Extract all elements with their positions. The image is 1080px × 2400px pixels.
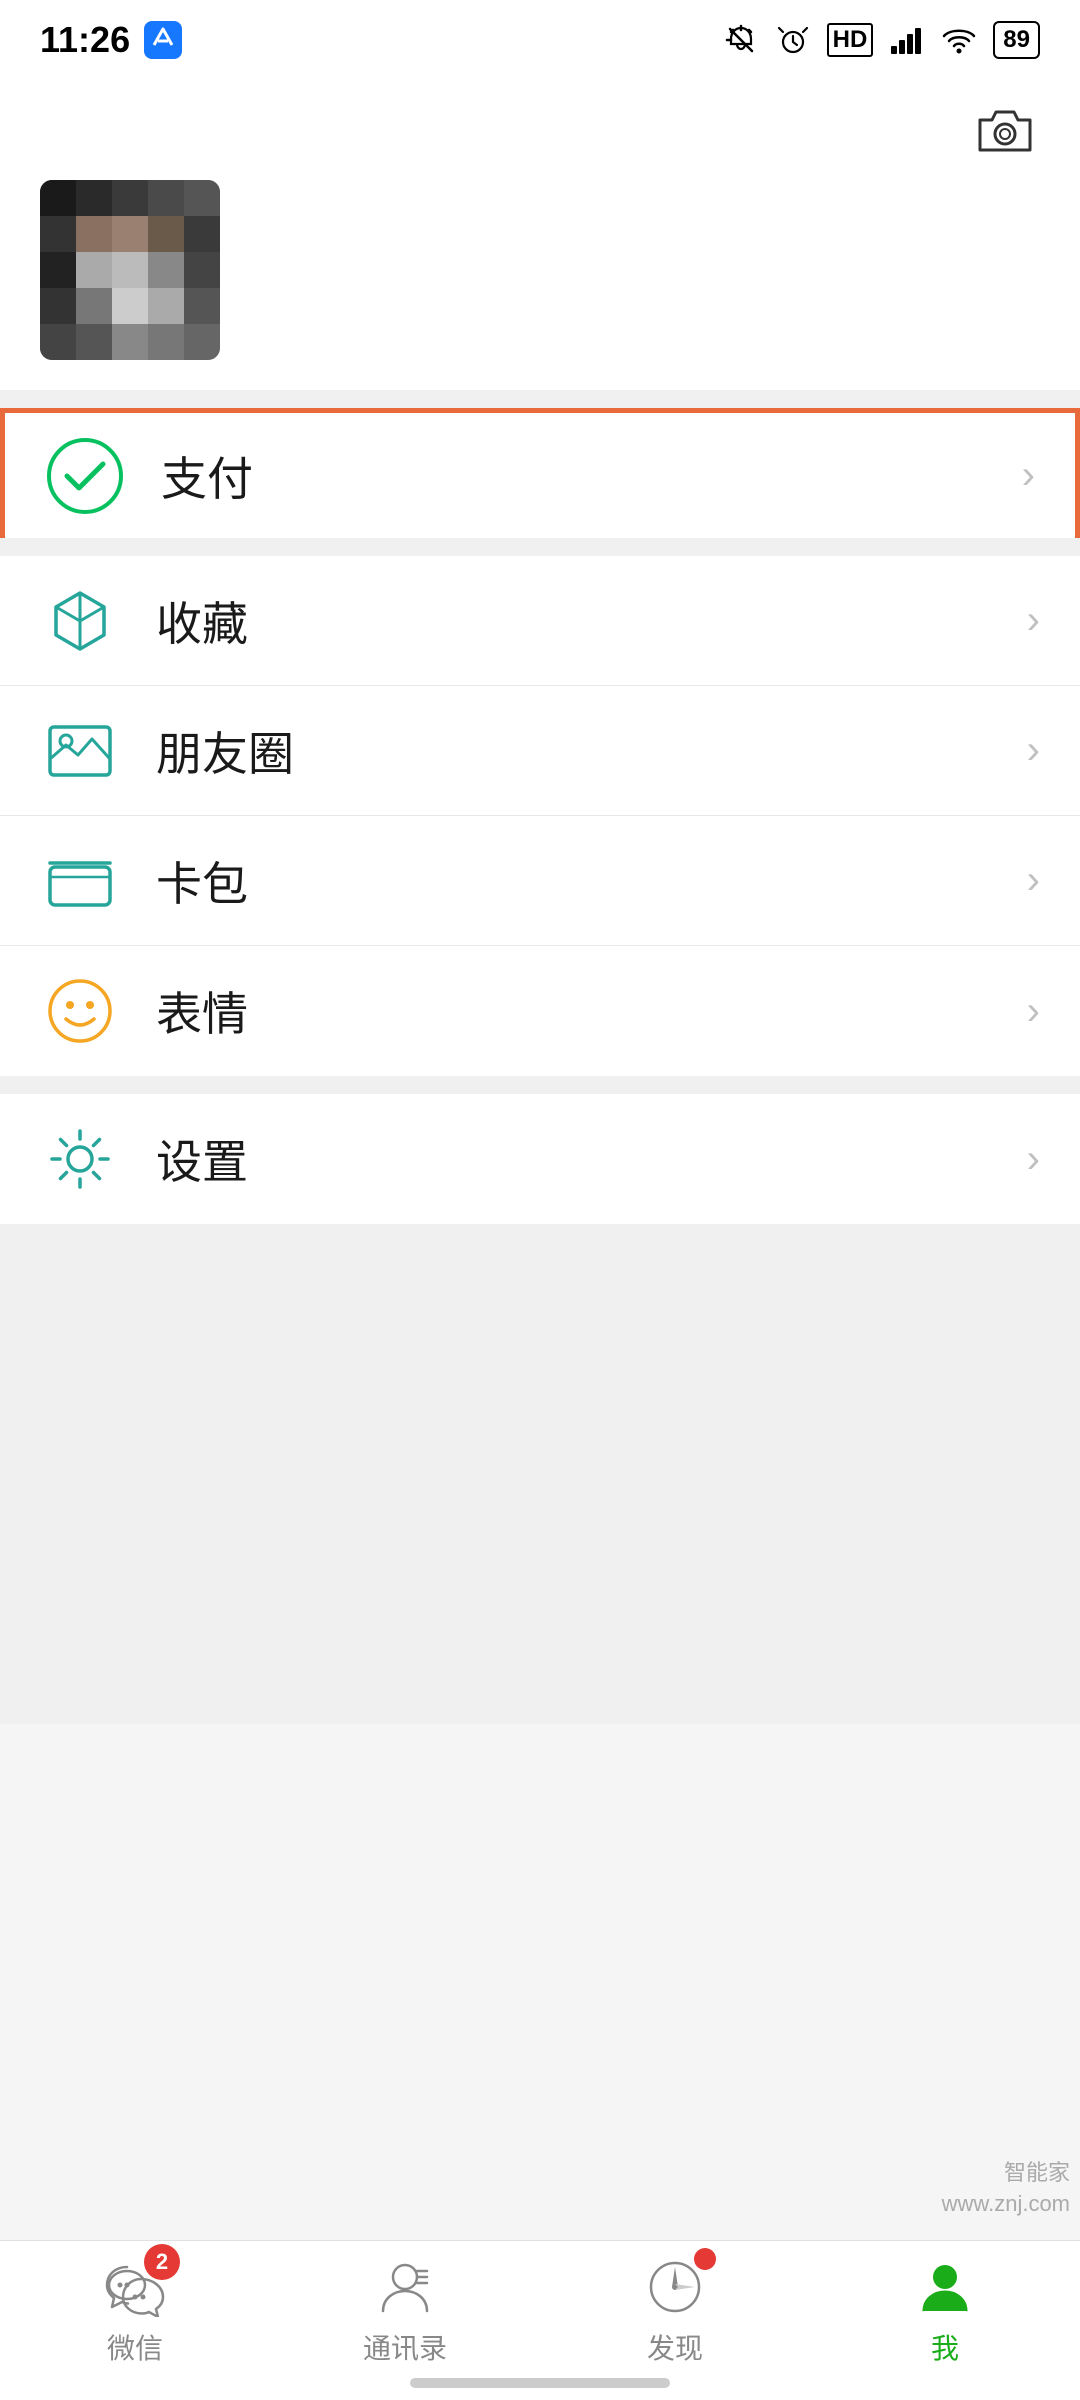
favorites-menu-item[interactable]: 收藏 › (0, 556, 1080, 686)
me-icon-wrap (910, 2254, 980, 2319)
cardwallet-icon (40, 841, 120, 921)
discover-dot (694, 2248, 716, 2270)
me-nav-label: 我 (931, 2327, 959, 2367)
moments-menu-item[interactable]: 朋友圈 › (0, 686, 1080, 816)
emoji-icon (40, 971, 120, 1051)
gray-background-area (0, 1224, 1080, 1724)
signal-icon (889, 22, 925, 58)
battery-level: 89 (993, 21, 1040, 59)
moments-icon (40, 711, 120, 791)
nav-item-me[interactable]: 我 (810, 2254, 1080, 2367)
home-indicator (410, 2378, 670, 2388)
battery-indicator: 89 (993, 21, 1040, 59)
cardwallet-menu-item[interactable]: 卡包 › (0, 816, 1080, 946)
payment-icon (45, 436, 125, 516)
cardwallet-arrow: › (1027, 858, 1040, 903)
cardwallet-label: 卡包 (156, 848, 1027, 914)
profile-area (0, 80, 1080, 390)
section-divider-1 (0, 390, 1080, 408)
contacts-nav-icon (375, 2257, 435, 2317)
emoji-label: 表情 (156, 978, 1027, 1044)
favorites-label: 收藏 (156, 588, 1027, 654)
avatar[interactable] (40, 180, 220, 360)
settings-icon (40, 1119, 120, 1199)
emoji-menu-item[interactable]: 表情 › (0, 946, 1080, 1076)
bottom-nav: 2 微信 通讯录 发现 (0, 2240, 1080, 2400)
settings-section: 设置 › (0, 1094, 1080, 1224)
contacts-nav-label: 通讯录 (363, 2327, 447, 2367)
lark-icon (144, 21, 182, 59)
payment-arrow: › (1022, 453, 1035, 498)
contacts-icon-wrap (370, 2254, 440, 2319)
moments-arrow: › (1027, 728, 1040, 773)
wechat-icon-wrap: 2 (100, 2254, 170, 2319)
nav-item-discover[interactable]: 发现 (540, 2254, 810, 2367)
emoji-arrow: › (1027, 989, 1040, 1034)
section-divider-2 (0, 538, 1080, 556)
favorites-icon (40, 581, 120, 661)
mute-icon (723, 22, 759, 58)
nav-item-wechat[interactable]: 2 微信 (0, 2254, 270, 2367)
settings-label: 设置 (156, 1126, 1027, 1192)
payment-menu-item[interactable]: 支付 › (0, 408, 1080, 538)
watermark: 智能家 www.znj.com (942, 2158, 1070, 2220)
moments-label: 朋友圈 (156, 718, 1027, 784)
settings-menu-item[interactable]: 设置 › (0, 1094, 1080, 1224)
discover-icon-wrap (640, 2254, 710, 2319)
wechat-badge: 2 (144, 2244, 180, 2280)
payment-label: 支付 (161, 443, 1022, 509)
discover-nav-label: 发现 (647, 2327, 703, 2367)
status-bar: 11:26 HD (0, 0, 1080, 80)
nav-item-contacts[interactable]: 通讯录 (270, 2254, 540, 2367)
wechat-nav-label: 微信 (107, 2327, 163, 2367)
favorites-arrow: › (1027, 598, 1040, 643)
status-time: 11:26 (40, 19, 182, 61)
alarm-icon (775, 22, 811, 58)
camera-icon[interactable] (970, 100, 1040, 160)
middle-menu-section: 收藏 › 朋友圈 › 卡包 › (0, 556, 1080, 1076)
me-nav-icon (915, 2257, 975, 2317)
payment-section: 支付 › (0, 408, 1080, 538)
status-icons: HD 89 (723, 21, 1040, 59)
settings-arrow: › (1027, 1137, 1040, 1182)
hd-indicator: HD (827, 23, 874, 57)
section-divider-3 (0, 1076, 1080, 1094)
wifi-icon (941, 22, 977, 58)
